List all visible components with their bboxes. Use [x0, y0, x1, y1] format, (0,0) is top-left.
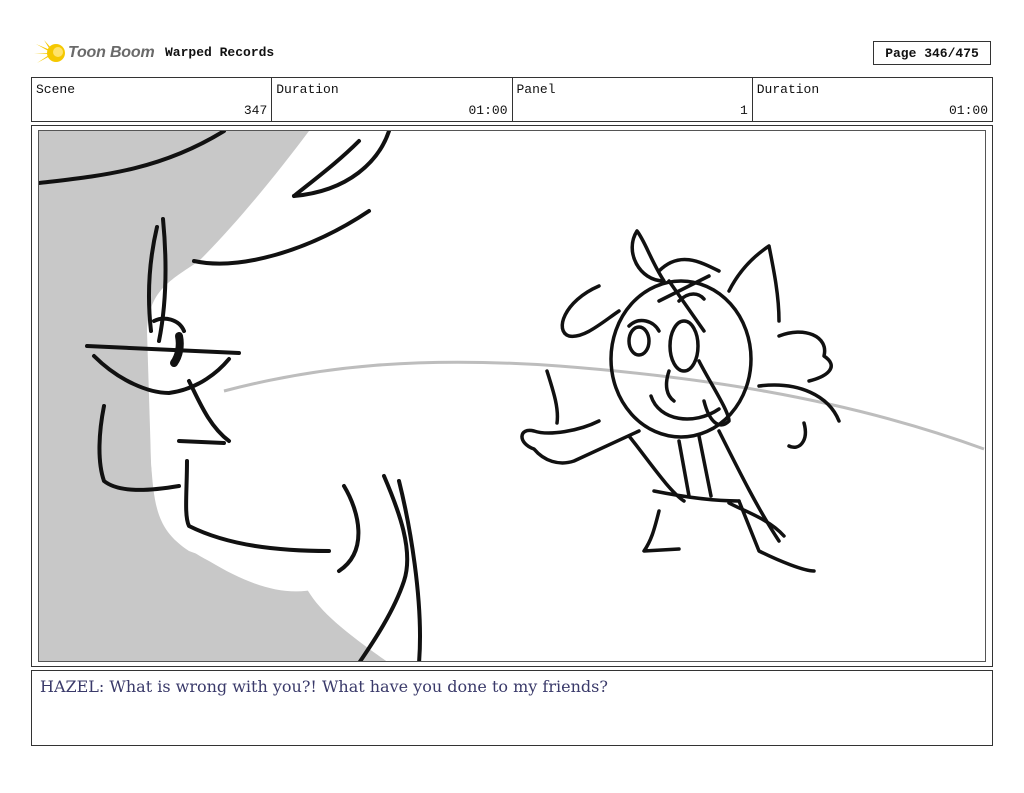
panel-cell: Panel 1: [513, 78, 753, 121]
page-indicator: Page 346/475: [873, 41, 991, 65]
storyboard-drawing: [38, 130, 986, 662]
dialogue-box: HAZEL: What is wrong with you?! What hav…: [31, 670, 993, 746]
dialogue-text: HAZEL: What is wrong with you?! What hav…: [40, 677, 608, 696]
scene-duration-label: Duration: [276, 82, 339, 97]
scene-duration-cell: Duration 01:00: [272, 78, 513, 121]
scene-value: 347: [243, 103, 268, 118]
panel-label: Panel: [516, 82, 556, 97]
panel-duration-label: Duration: [756, 82, 820, 97]
sketch-artwork: [39, 131, 985, 661]
panel-duration-value: 01:00: [948, 103, 988, 118]
panel-value: 1: [739, 103, 748, 118]
scene-cell: Scene 347: [32, 78, 273, 121]
scene-duration-value: 01:00: [468, 103, 508, 118]
scene-info-table: Scene 347 Duration 01:00 Panel 1 Duratio…: [31, 77, 993, 122]
toon-boom-burst-icon: [34, 40, 65, 63]
scene-label: Scene: [36, 82, 76, 97]
project-title: Warped Records: [165, 45, 275, 60]
panel-duration-cell: Duration 01:00: [753, 78, 992, 121]
toon-boom-logo: Toon Boom: [34, 38, 155, 68]
logo-text: Toon Boom: [68, 44, 155, 61]
